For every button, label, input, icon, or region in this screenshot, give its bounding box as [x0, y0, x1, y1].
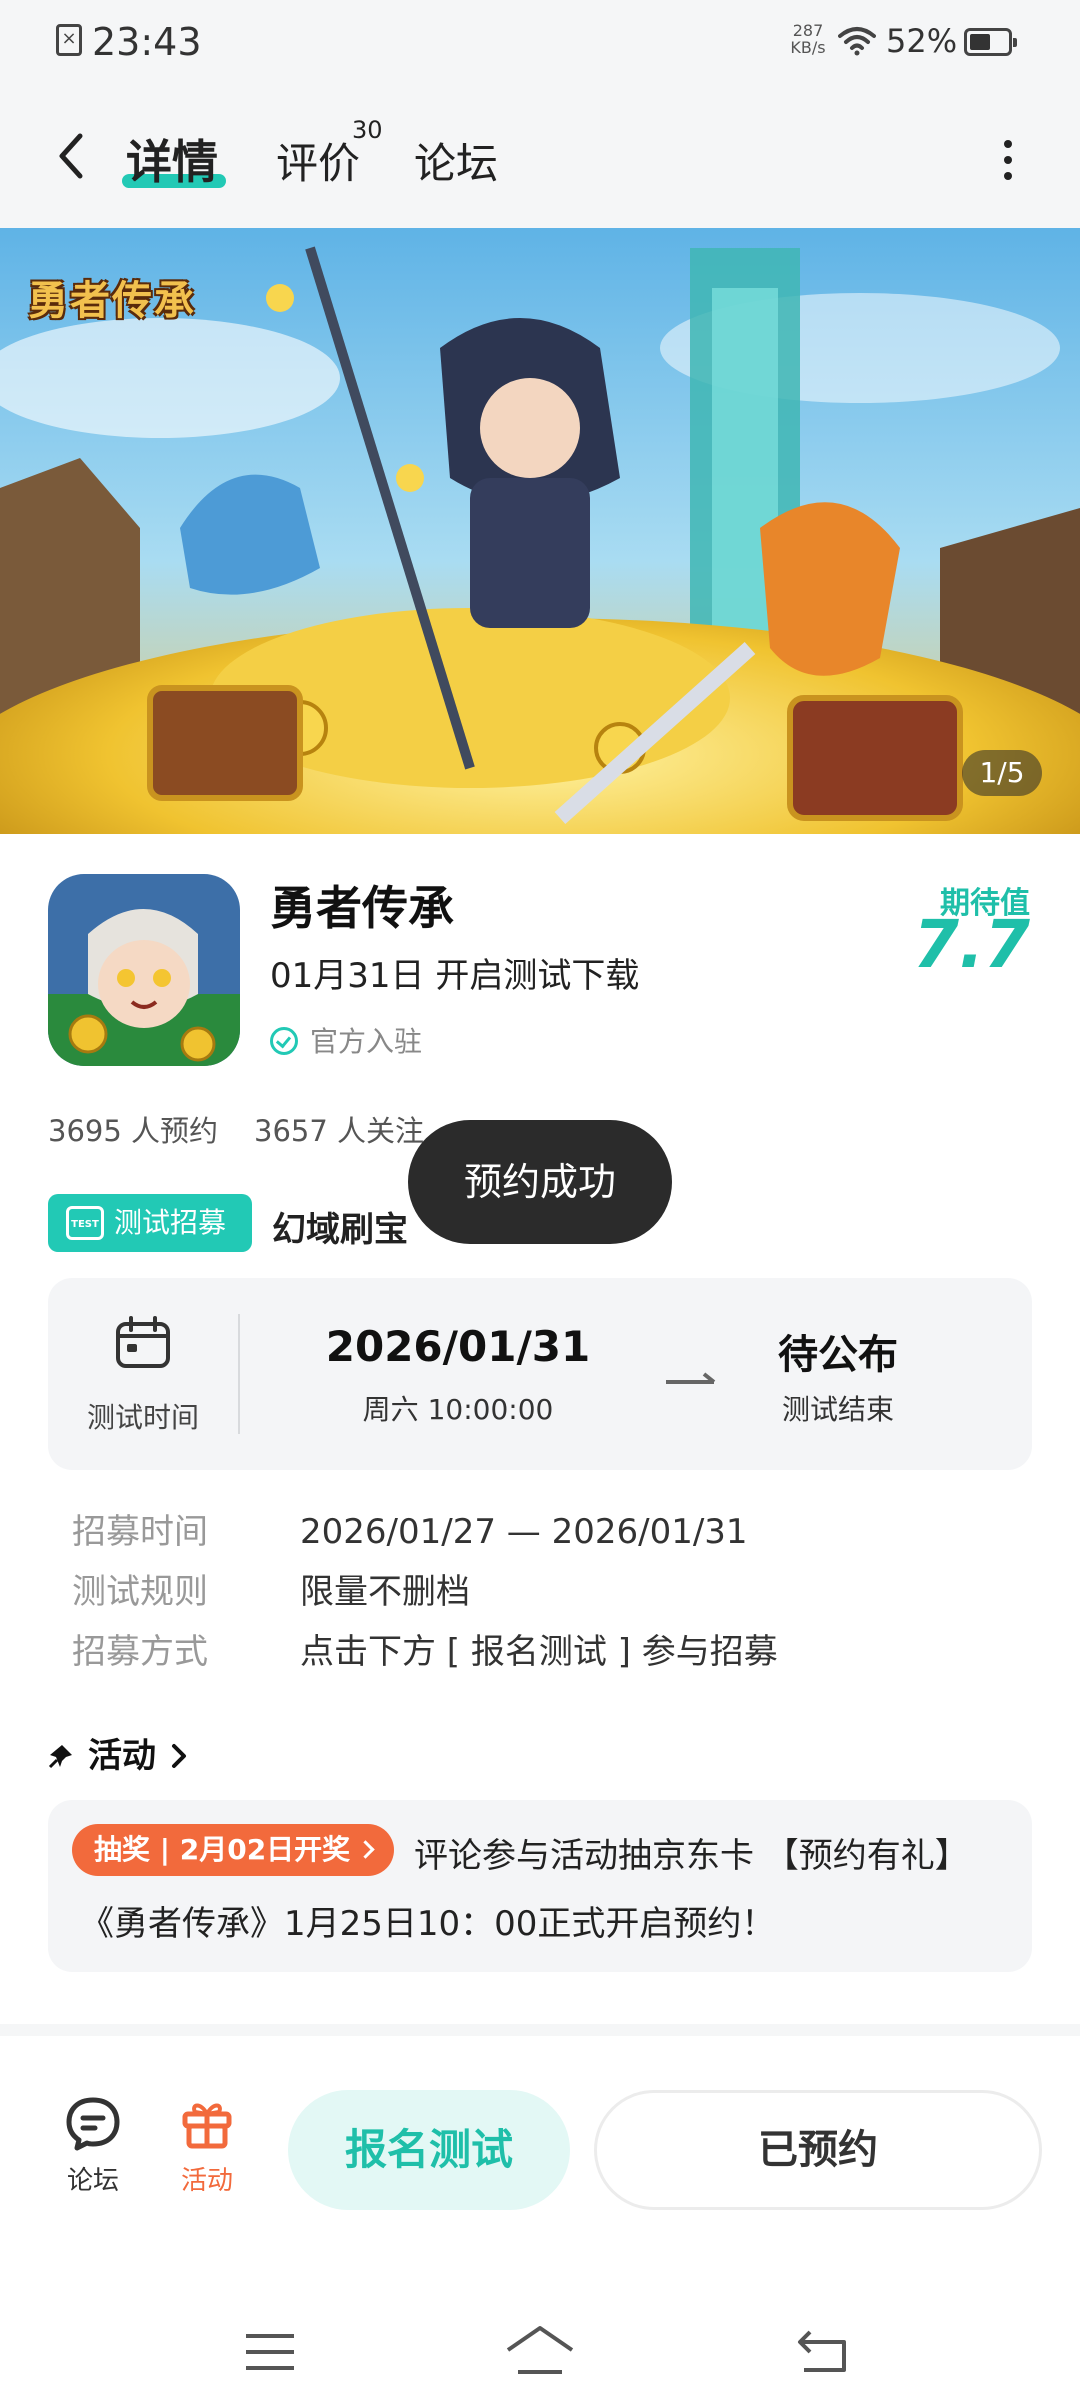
test-icon: TEST — [66, 1206, 104, 1240]
home-icon[interactable] — [504, 2324, 576, 2376]
game-banner[interactable]: 勇者传承 1/5 — [0, 228, 1080, 834]
bottom-forum-label: 论坛 — [66, 2166, 119, 2196]
battery-percent: 52% — [886, 22, 958, 60]
status-bar: × 23:43 287 KB/s 52% — [0, 0, 1080, 86]
chevron-right-icon — [172, 1744, 186, 1768]
network-speed: 287 KB/s — [786, 22, 830, 56]
gift-icon — [182, 2103, 232, 2149]
battery-icon — [964, 28, 1017, 56]
test-end-label: 测试结束 — [781, 1393, 894, 1426]
detail-key: 测试规则 — [72, 1572, 208, 1612]
follower-count: 3657 人关注 — [254, 1114, 425, 1148]
banner-page-counter: 1/5 — [962, 750, 1042, 796]
top-nav: 详情 评价 30 论坛 — [0, 86, 1080, 228]
expectation-score: 7.7 — [913, 906, 1030, 983]
tab-detail-label: 详情 — [126, 135, 218, 189]
test-time-card: 测试时间 2026/01/31 周六 10:00:00 待公布 测试结束 — [48, 1278, 1032, 1470]
recruit-badge-label: 测试招募 — [114, 1206, 227, 1239]
test-start-date: 2026/01/31 — [325, 1322, 591, 1371]
test-end-status: 待公布 — [778, 1332, 898, 1378]
official-badge: 官方入驻 — [270, 1020, 422, 1060]
detail-value: 2026/01/27 — 2026/01/31 — [300, 1512, 748, 1552]
signup-test-button[interactable]: 报名测试 — [288, 2090, 570, 2210]
activity-description-line1: 评论参与活动抽京东卡 【预约有礼】 — [414, 1836, 969, 1876]
activity-section-header[interactable]: 活动 — [48, 1728, 188, 1777]
reserved-button[interactable]: 已预约 — [594, 2090, 1042, 2210]
network-speed-value: 287 — [792, 21, 824, 40]
app-name: 勇者传承 — [270, 881, 454, 935]
detail-value: 点击下方 [ 报名测试 ] 参与招募 — [300, 1632, 778, 1672]
detail-row-recruit-method: 招募方式 点击下方 [ 报名测试 ] 参与招募 — [72, 1624, 778, 1673]
release-info: 01月31日 开启测试下载 — [270, 956, 640, 996]
system-navigation-bar — [0, 2290, 1080, 2408]
review-count-badge: 30 — [352, 116, 383, 144]
back-arrow-icon[interactable] — [50, 126, 94, 186]
bottom-activity-button[interactable]: 活动 — [162, 2092, 252, 2197]
calendar-icon — [116, 1316, 170, 1368]
forum-chat-icon — [66, 2097, 120, 2151]
detail-key: 招募时间 — [72, 1512, 208, 1552]
activity-description-line2: 《勇者传承》1月25日10：00正式开启预约！ — [80, 1904, 776, 1944]
detail-value: 限量不删档 — [300, 1572, 470, 1612]
detail-row-recruit-time: 招募时间 2026/01/27 — 2026/01/31 — [72, 1504, 748, 1553]
test-time-label: 测试时间 — [86, 1401, 199, 1434]
toast-message: 预约成功 — [408, 1120, 672, 1244]
system-back-icon[interactable] — [796, 2326, 850, 2374]
sim-icon: × — [56, 24, 82, 56]
bottom-forum-button[interactable]: 论坛 — [48, 2092, 138, 2197]
status-time: 23:43 — [92, 20, 202, 64]
tab-review[interactable]: 评价 — [276, 130, 360, 191]
app-icon — [48, 874, 240, 1066]
bottom-activity-label: 活动 — [180, 2166, 233, 2196]
test-recruit-badge: TEST 测试招募 — [48, 1194, 252, 1252]
recruit-game-name: 幻域刷宝 — [272, 1210, 408, 1250]
arrow-right-icon — [666, 1372, 716, 1384]
more-options-icon[interactable] — [994, 136, 1022, 184]
stats-row: 3695 人预约 3657 人关注 — [48, 1108, 424, 1150]
recent-apps-icon[interactable] — [244, 2332, 296, 2372]
tab-forum[interactable]: 论坛 — [414, 130, 498, 191]
pin-icon — [48, 1745, 72, 1769]
wifi-icon — [838, 27, 876, 56]
detail-key: 招募方式 — [72, 1632, 208, 1672]
detail-row-test-rules: 测试规则 限量不删档 — [72, 1564, 470, 1613]
verified-check-icon — [270, 1027, 298, 1055]
section-separator — [0, 2024, 1080, 2036]
activity-card[interactable]: 抽奖 | 2月02日开奖 评论参与活动抽京东卡 【预约有礼】 《勇者传承》1月2… — [48, 1800, 1032, 1972]
lottery-tag[interactable]: 抽奖 | 2月02日开奖 — [72, 1824, 395, 1876]
test-start-time: 周六 10:00:00 — [362, 1393, 554, 1426]
tab-detail[interactable]: 详情 — [126, 126, 218, 192]
activity-title: 活动 — [88, 1736, 156, 1776]
reservation-count: 3695 人预约 — [48, 1114, 219, 1148]
divider — [238, 1314, 240, 1434]
network-speed-unit: KB/s — [790, 38, 826, 57]
official-label: 官方入驻 — [310, 1025, 423, 1058]
game-logo: 勇者传承 — [28, 277, 196, 324]
